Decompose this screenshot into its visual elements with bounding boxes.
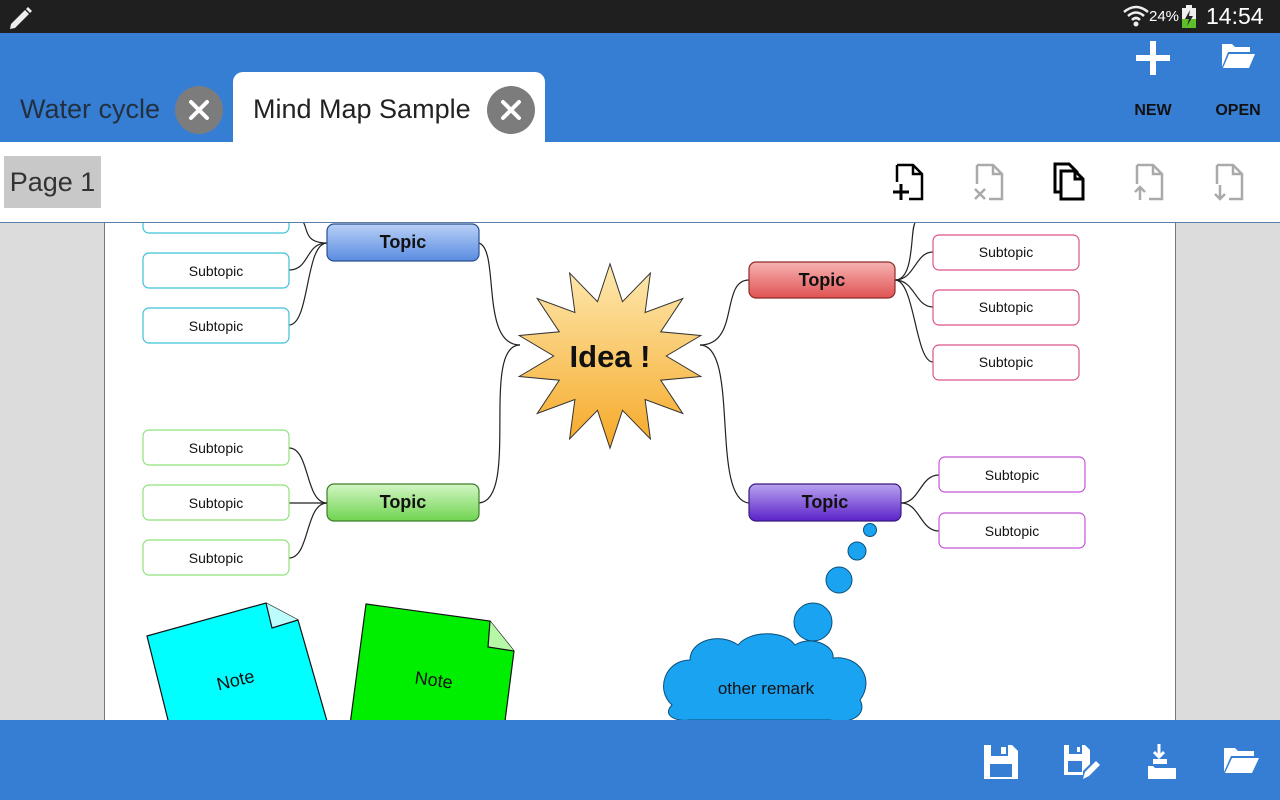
save-icon[interactable] <box>981 742 1021 782</box>
wifi-icon <box>1123 4 1149 33</box>
tab-label: Water cycle <box>20 94 161 124</box>
status-bar: 24% 14:54 <box>0 0 1280 33</box>
subtopic-label: Subtopic <box>189 495 243 511</box>
subtopic-node[interactable]: Subtopic <box>142 429 290 466</box>
download-icon[interactable] <box>1141 742 1181 782</box>
note-cyan[interactable]: Note <box>146 602 331 720</box>
page-selector[interactable]: Page 1 <box>4 156 101 208</box>
new-button[interactable]: NEW <box>1118 33 1188 133</box>
topic-label: Topic <box>380 492 427 512</box>
app-header: Water cycle Mind Map Sample NEW OPEN <box>0 33 1280 142</box>
page-toolbar: Page 1 <box>0 142 1280 223</box>
topic-label: Topic <box>799 270 846 290</box>
close-icon[interactable] <box>487 86 535 134</box>
subtopic-node[interactable]: Subtopic <box>932 344 1080 381</box>
subtopic-node[interactable]: Subtopic <box>938 456 1086 493</box>
battery-charging-icon <box>1181 5 1197 34</box>
subtopic-label: Subtopic <box>189 550 243 566</box>
subtopic-label: Subtopic <box>985 523 1039 539</box>
save-as-icon[interactable] <box>1061 742 1101 782</box>
remark-label: other remark <box>718 679 815 698</box>
subtopic-node[interactable]: Subtopic <box>142 307 290 344</box>
subtopic-label: Subtopic <box>189 440 243 456</box>
subtopic-label: Subtopic <box>979 354 1033 370</box>
subtopic-label: Subtopic <box>979 299 1033 315</box>
central-idea-node[interactable]: Idea ! <box>517 262 703 450</box>
callout-bubbles <box>793 523 877 642</box>
clock: 14:54 <box>1206 3 1264 29</box>
open-button[interactable]: OPEN <box>1203 33 1273 133</box>
mind-map[interactable]: Subtopic Subtopic Subtopic Subtopic Subt… <box>0 223 1280 720</box>
battery-percent: 24% <box>1149 8 1180 25</box>
central-idea-label: Idea ! <box>570 339 651 374</box>
subtopic-label: Subtopic <box>985 467 1039 483</box>
topic-node-purple[interactable]: Topic <box>748 483 902 522</box>
subtopic-label: Subtopic <box>189 263 243 279</box>
plus-icon <box>1136 41 1170 75</box>
subtopic-node[interactable]: Subtopic <box>932 289 1080 326</box>
topic-label: Topic <box>802 492 849 512</box>
canvas-area[interactable]: Subtopic Subtopic Subtopic Subtopic Subt… <box>0 223 1280 720</box>
topic-label: Topic <box>380 232 427 252</box>
delete-page-icon[interactable] <box>969 162 1009 202</box>
subtopic-label: Subtopic <box>189 318 243 334</box>
copy-page-icon[interactable] <box>1049 162 1089 202</box>
new-label: NEW <box>1134 102 1172 119</box>
close-icon[interactable] <box>175 86 223 134</box>
move-page-down-icon[interactable] <box>1209 162 1249 202</box>
folder-open-icon <box>1222 44 1255 68</box>
bottom-toolbar <box>0 720 1280 800</box>
tab-label: Mind Map Sample <box>253 94 471 124</box>
subtopic-node[interactable]: Subtopic <box>938 512 1086 549</box>
subtopic-node[interactable]: Subtopic <box>142 484 290 521</box>
remark-cloud[interactable]: other remark <box>663 633 867 720</box>
subtopic-node[interactable]: Subtopic <box>142 539 290 576</box>
subtopic-node[interactable]: Subtopic <box>932 234 1080 271</box>
subtopic-node[interactable]: Subtopic <box>142 252 290 289</box>
topic-node-blue[interactable]: Topic <box>326 223 480 262</box>
move-page-up-icon[interactable] <box>1129 162 1169 202</box>
pencil-icon <box>8 5 34 34</box>
note-green[interactable]: Note <box>348 603 515 720</box>
topic-node-red[interactable]: Topic <box>748 261 896 299</box>
subtopic-label: Subtopic <box>979 244 1033 260</box>
add-page-icon[interactable] <box>889 162 929 202</box>
tab-mind-map-sample[interactable]: Mind Map Sample <box>233 72 545 142</box>
folder-open-icon[interactable] <box>1221 742 1261 782</box>
tab-water-cycle[interactable]: Water cycle <box>0 72 232 142</box>
topic-node-green[interactable]: Topic <box>326 483 480 522</box>
open-label: OPEN <box>1215 102 1261 119</box>
subtopic-box-partial[interactable] <box>142 223 290 234</box>
